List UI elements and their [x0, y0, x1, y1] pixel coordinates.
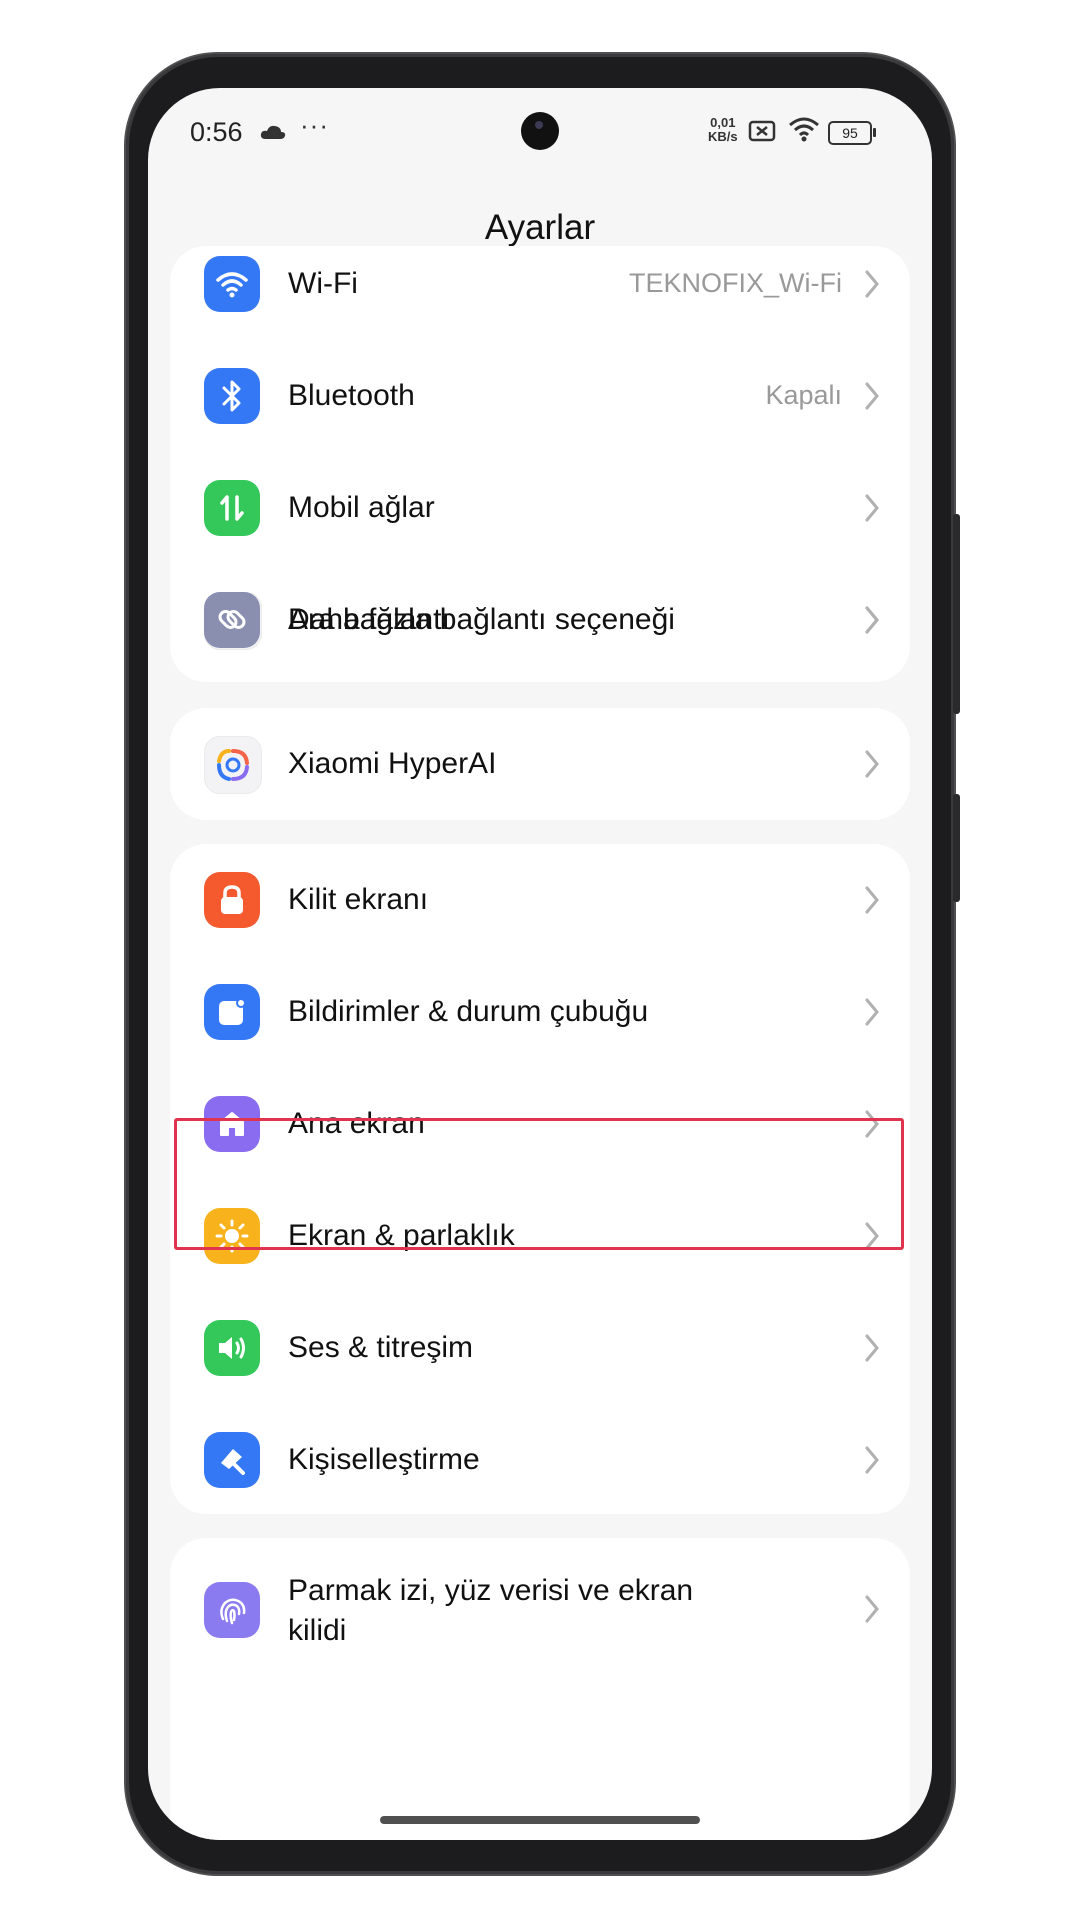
settings-item-label: Kilit ekranı [288, 883, 429, 916]
battery-indicator: 95 [828, 121, 876, 145]
bluetooth-icon [204, 368, 260, 424]
ai-group: Xiaomi HyperAI [170, 708, 910, 820]
status-time: 0:56 [190, 117, 243, 147]
phone-frame: 0:56 ··· 0,01 KB/s 95 Ayarlar Wi-Fi TEKN… [126, 54, 960, 1874]
screen: 0:56 ··· 0,01 KB/s 95 Ayarlar Wi-Fi TEKN… [148, 88, 932, 1840]
settings-item-lock-screen[interactable]: Kilit ekranı [170, 844, 910, 956]
network-speed-value: 0,01 [710, 115, 736, 130]
chevron-right-icon [865, 1595, 879, 1623]
chevron-right-icon [865, 494, 879, 522]
settings-item-label: Ses & titreşim [288, 1331, 474, 1364]
settings-item-notifications[interactable]: Bildirimler & durum çubuğu [170, 956, 910, 1068]
settings-item-sound-vibration[interactable]: Ses & titreşim [170, 1292, 910, 1404]
front-camera [521, 112, 559, 150]
power-button [953, 794, 960, 902]
chevron-right-icon [865, 886, 879, 914]
settings-item-label-line2: kilidi [288, 1614, 347, 1647]
settings-item-label: Bluetooth [288, 379, 415, 412]
chevron-right-icon [865, 750, 879, 778]
settings-item-more-connectivity-options[interactable]: Daha fazla bağlantı seçeneği [170, 564, 910, 676]
network-speed-unit: KB/s [708, 129, 738, 144]
mobile-data-icon [204, 480, 260, 536]
chevron-right-icon [865, 998, 879, 1026]
settings-item-bluetooth[interactable]: Bluetooth Kapalı [170, 340, 910, 452]
settings-item-label: Kişiselleştirme [288, 1443, 480, 1476]
settings-item-mobile-networks[interactable]: Mobil ağlar [170, 452, 910, 564]
cloud-icon [260, 125, 286, 139]
link-icon [204, 592, 260, 648]
settings-item-value: TEKNOFIX_Wi-Fi [629, 268, 842, 298]
network-speed: 0,01 KB/s [708, 116, 738, 144]
settings-item-label-line1: Parmak izi, yüz verisi ve ekran [288, 1574, 694, 1607]
sim-icon [748, 120, 776, 142]
chevron-right-icon [865, 1334, 879, 1362]
settings-item-wifi[interactable]: Wi-Fi TEKNOFIX_Wi-Fi [170, 228, 910, 340]
more-notifications-icon: ··· [300, 110, 329, 140]
settings-item-label: Wi-Fi [288, 267, 358, 300]
home-indicator[interactable] [380, 1816, 700, 1824]
chevron-right-icon [865, 382, 879, 410]
sound-icon [204, 1320, 260, 1376]
volume-button [953, 514, 960, 714]
hyperai-icon [204, 736, 262, 794]
lock-icon [204, 872, 260, 928]
chevron-right-icon [865, 1446, 879, 1474]
chevron-right-icon [865, 270, 879, 298]
settings-item-xiaomi-hyperai[interactable]: Xiaomi HyperAI [170, 708, 910, 820]
fingerprint-icon [204, 1582, 260, 1638]
settings-item-label: Mobil ağlar [288, 491, 435, 524]
chevron-right-icon [865, 606, 879, 634]
status-bar: 0:56 ··· 0,01 KB/s 95 [148, 88, 932, 180]
settings-item-fingerprint[interactable]: Parmak izi, yüz verisi ve ekran kilidi [170, 1538, 910, 1678]
settings-item-label: Bildirimler & durum çubuğu [288, 995, 649, 1028]
settings-item-personalization[interactable]: Kişiselleştirme [170, 1404, 910, 1516]
security-group: Parmak izi, yüz verisi ve ekran kilidi [170, 1538, 910, 1840]
settings-item-value: Kapalı [765, 380, 842, 410]
personalization-icon [204, 1432, 260, 1488]
highlight-frame [174, 1118, 904, 1250]
notification-icon [204, 984, 260, 1040]
wifi-icon [204, 256, 260, 312]
settings-item-label: Daha fazla bağlantı seçeneği [288, 603, 675, 636]
wifi-icon [789, 117, 819, 142]
settings-item-label: Xiaomi HyperAI [288, 747, 497, 780]
